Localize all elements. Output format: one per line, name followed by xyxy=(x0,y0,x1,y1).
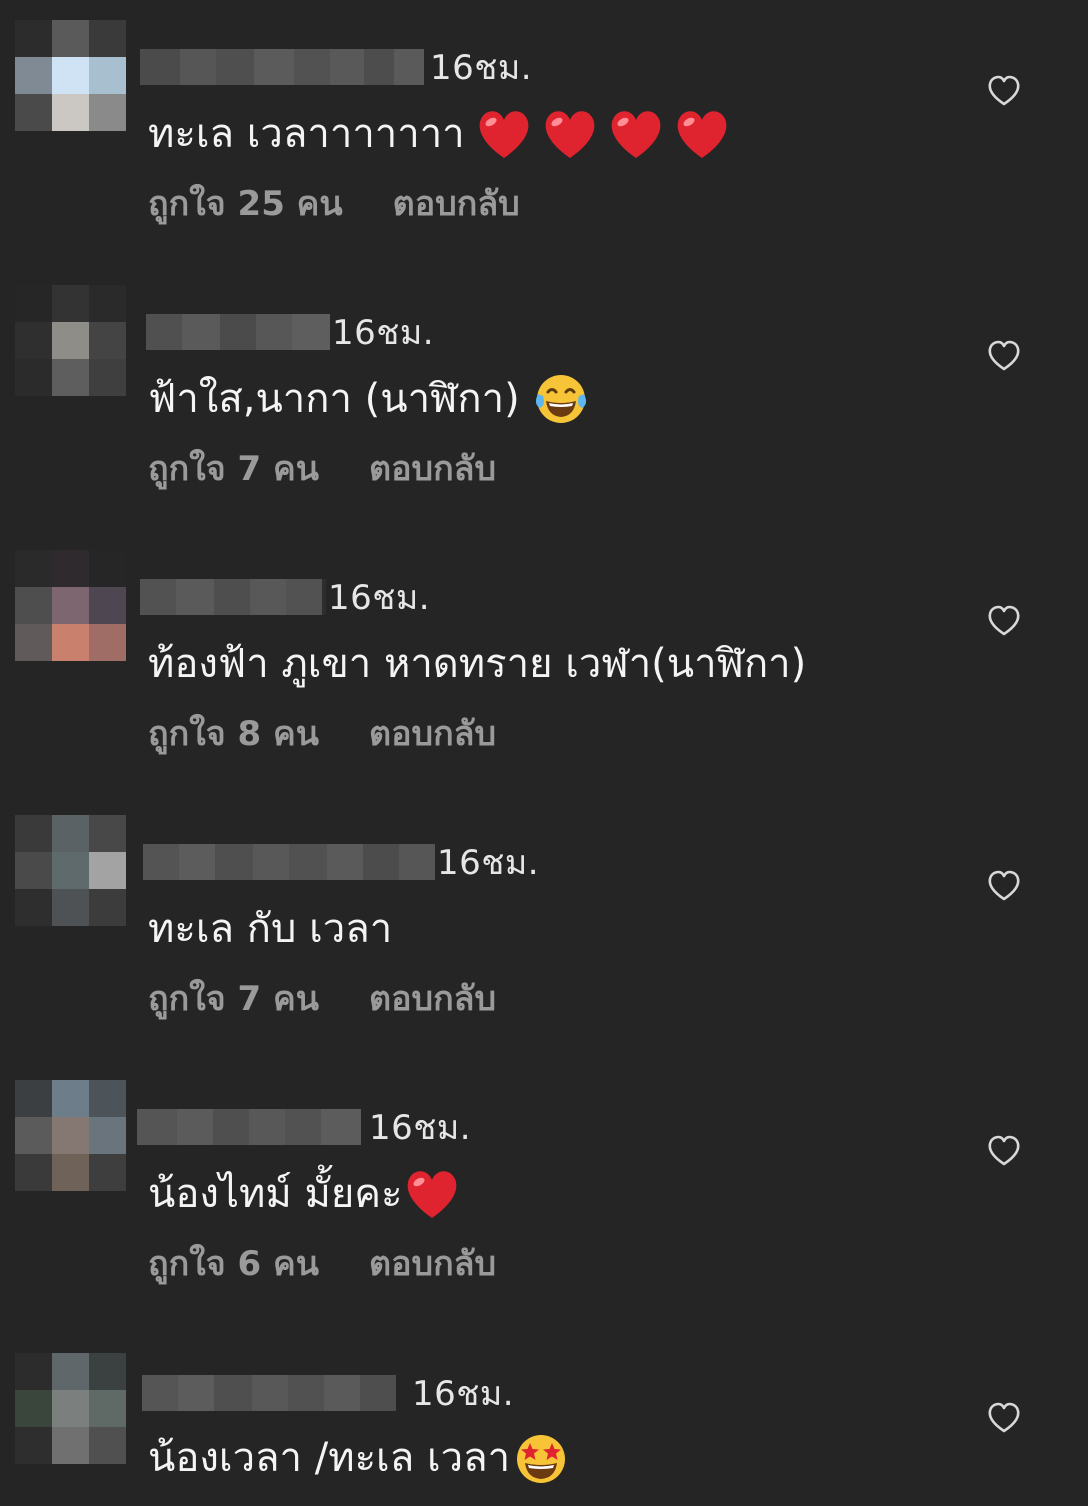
comment-body: ท้องฟ้า ภูเขา หาดทราย เวฬา(นาฬิกา) xyxy=(148,641,807,687)
like-count[interactable]: ถูกใจ 8 คน xyxy=(148,706,319,760)
comment-text: ทะเล เวลาาาาาาา xyxy=(148,104,729,164)
comment-meta: ถูกใจ 25 คน ตอบกลับ xyxy=(148,178,520,228)
reply-button[interactable]: ตอบกลับ xyxy=(393,176,520,230)
red-heart-emoji xyxy=(479,111,528,158)
heart-outline-icon[interactable] xyxy=(986,1133,1022,1169)
comment-text: ท้องฟ้า ภูเขา หาดทราย เวฬา(นาฬิกา) xyxy=(148,634,806,694)
comment-item: 16ชม. ท้องฟ้า ภูเขา หาดทราย เวฬา(นาฬิกา)… xyxy=(0,530,1088,795)
comment-body: น้องเวลา /ทะเล เวลา xyxy=(148,1435,511,1481)
comment-meta: ถูกใจ 7 คน ตอบกลับ xyxy=(148,443,496,493)
comment-time: 16ชม. xyxy=(328,578,431,618)
avatar[interactable] xyxy=(15,550,126,661)
comment-time: 16ชม. xyxy=(437,843,540,883)
avatar[interactable] xyxy=(15,285,126,396)
avatar[interactable] xyxy=(15,1080,126,1191)
avatar[interactable] xyxy=(15,815,126,926)
username-blurred[interactable] xyxy=(142,1375,396,1411)
like-count[interactable]: ถูกใจ 7 คน xyxy=(148,971,319,1025)
comment-body: ทะเล เวลาาาาาาา xyxy=(148,111,465,157)
heart-outline-icon[interactable] xyxy=(986,1400,1022,1436)
reply-button[interactable]: ตอบกลับ xyxy=(369,1236,496,1290)
username-blurred[interactable] xyxy=(143,844,435,880)
username-blurred[interactable] xyxy=(137,1109,361,1145)
comment-meta: ถูกใจ 8 คน ตอบกลับ xyxy=(148,708,496,758)
comment-header: 16ชม. xyxy=(143,839,539,885)
red-heart-emoji xyxy=(545,111,594,158)
reply-button[interactable]: ตอบกลับ xyxy=(369,971,496,1025)
comment-text: น้องเวลา /ทะเล เวลา xyxy=(148,1428,570,1488)
comment-time: 16ชม. xyxy=(332,313,435,353)
red-heart-emoji xyxy=(611,111,660,158)
comment-body: ฟ้าใส,นากา (นาฬิกา) xyxy=(148,376,520,422)
comment-header: 16ชม. xyxy=(140,574,430,620)
comment-body: น้องไทม์ มั้ยคะ xyxy=(148,1171,403,1217)
like-count[interactable]: ถูกใจ 6 คน xyxy=(148,1236,319,1290)
heart-outline-icon[interactable] xyxy=(986,338,1022,374)
comment-item: 16ชม. น้องเวลา /ทะเล เวลา xyxy=(0,1325,1088,1506)
comment-time: 16ชม. xyxy=(430,48,533,88)
comment-time: 16ชม. xyxy=(412,1374,515,1414)
comment-header: 16ชม. xyxy=(137,1104,471,1150)
heart-outline-icon[interactable] xyxy=(986,868,1022,904)
reply-button[interactable]: ตอบกลับ xyxy=(369,706,496,760)
comment-item: 16ชม. ทะเล เวลาาาาาาา ถูกใจ 25 คน ตอบกลั… xyxy=(0,0,1088,265)
red-heart-emoji xyxy=(677,111,726,158)
reply-button[interactable]: ตอบกลับ xyxy=(369,441,496,495)
red-heart-emoji xyxy=(407,1171,456,1218)
comment-item: 16ชม. ทะเล กับ เวลา ถูกใจ 7 คน ตอบกลับ xyxy=(0,795,1088,1060)
comment-item: 16ชม. น้องไทม์ มั้ยคะ ถูกใจ 6 คน ตอบกลับ xyxy=(0,1060,1088,1325)
like-count[interactable]: ถูกใจ 7 คน xyxy=(148,441,319,495)
username-blurred[interactable] xyxy=(140,579,326,615)
comment-header: 16ชม. xyxy=(146,309,434,355)
comment-body: ทะเล กับ เวลา xyxy=(148,906,393,952)
tears-of-joy-emoji xyxy=(535,375,586,423)
heart-outline-icon[interactable] xyxy=(986,603,1022,639)
comment-header: 16ชม. xyxy=(140,44,532,90)
username-blurred[interactable] xyxy=(146,314,330,350)
avatar[interactable] xyxy=(15,1353,126,1464)
comment-header: 16ชม. xyxy=(142,1370,514,1416)
comment-text: ฟ้าใส,นากา (นาฬิกา) xyxy=(148,369,590,429)
comment-item: 16ชม. ฟ้าใส,นากา (นาฬิกา) ถูกใจ 7 คน ตอบ… xyxy=(0,265,1088,530)
heart-outline-icon[interactable] xyxy=(986,73,1022,109)
username-blurred[interactable] xyxy=(140,49,424,85)
avatar[interactable] xyxy=(15,20,126,131)
comment-meta: ถูกใจ 7 คน ตอบกลับ xyxy=(148,973,496,1023)
comment-text: ทะเล กับ เวลา xyxy=(148,899,392,959)
comment-meta: ถูกใจ 6 คน ตอบกลับ xyxy=(148,1238,496,1288)
comment-text: น้องไทม์ มั้ยคะ xyxy=(148,1164,459,1224)
star-struck-emoji xyxy=(517,1435,566,1483)
comment-list: 16ชม. ทะเล เวลาาาาาาา ถูกใจ 25 คน ตอบกลั… xyxy=(0,0,1088,1506)
like-count[interactable]: ถูกใจ 25 คน xyxy=(148,176,343,230)
comment-time: 16ชม. xyxy=(369,1108,472,1148)
